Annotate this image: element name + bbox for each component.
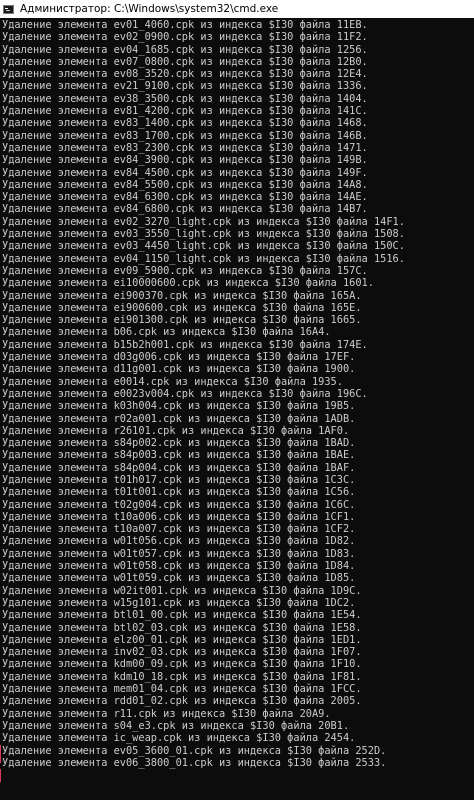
console-line: Удаление элемента ev21_9100.cpk из индек…	[2, 80, 368, 93]
console-line: Удаление элемента ev81_4200.cpk из индек…	[2, 105, 368, 118]
console-line: Удаление элемента ei900370.cpk из индекс…	[2, 289, 362, 302]
console-line: Удаление элемента b15b2h001.cpk из индек…	[2, 338, 368, 351]
console-line: Удаление элемента t01h017.cpk из индекса…	[2, 473, 356, 486]
console-line: Удаление элемента w01t058.cpk из индекса…	[2, 560, 356, 573]
cmd-window: Администратор: C:\Windows\system32\cmd.e…	[0, 0, 474, 800]
console-line: Удаление элемента ev84_5500.cpk из индек…	[2, 178, 368, 191]
console-line: Удаление элемента ei901300.cpk из индекс…	[2, 314, 362, 327]
console-line: Удаление элемента r11.cpk из индекса $I3…	[2, 707, 331, 720]
console-line: Удаление элемента ev84_6300.cpk из индек…	[2, 191, 368, 204]
console-line: Удаление элемента ev84_3900.cpk из индек…	[2, 154, 368, 167]
console-line: Удаление элемента ic_weap.cpk из индекса…	[2, 732, 356, 745]
console-line: Удаление элемента ei900600.cpk из индекс…	[2, 301, 362, 314]
console-line: Удаление элемента r26101.cpk из индекса …	[2, 424, 350, 437]
console-line: Удаление элемента rdd01_02.cpk из индекс…	[2, 695, 362, 708]
console-line: Удаление элемента w01t059.cpk из индекса…	[2, 572, 356, 585]
console-line: Удаление элемента s04_e3.cpk из индекса …	[2, 719, 350, 732]
console-line: Удаление элемента s84p004.cpk из индекса…	[2, 461, 356, 474]
console-line: Удаление элемента e0014.cpk из индекса $…	[2, 375, 343, 388]
console-line: Удаление элемента ev02_0900.cpk из индек…	[2, 31, 368, 44]
left-edge-marker	[0, 769, 1, 782]
console-line: Удаление элемента btl02_03.cpk из индекс…	[2, 621, 362, 634]
console-line: Удаление элемента t01t001.cpk из индекса…	[2, 486, 356, 499]
console-line: Удаление элемента inv02_03.cpk из индекс…	[2, 646, 362, 659]
console-line: Удаление элемента w15g101.cpk из индекса…	[2, 596, 356, 609]
console-line: Удаление элемента w01t057.cpk из индекса…	[2, 547, 356, 560]
console-line: Удаление элемента ev38_3500.cpk из индек…	[2, 92, 368, 105]
console-line: Удаление элемента kdm00_09.cpk из индекс…	[2, 658, 362, 671]
window-title: Администратор: C:\Windows\system32\cmd.e…	[20, 3, 279, 15]
console-line: Удаление элемента w01t056.cpk из индекса…	[2, 535, 356, 548]
console-line: Удаление элемента ev04_1150_light.cpk из…	[2, 252, 405, 265]
console-line: Удаление элемента btl01_00.cpk из индекс…	[2, 609, 362, 622]
console-line: Удаление элемента t10a007.cpk из индекса…	[2, 523, 356, 536]
console-line: Удаление элемента s84p003.cpk из индекса…	[2, 449, 356, 462]
console-line: Удаление элемента ev08_3520.cpk из индек…	[2, 68, 368, 81]
console-line: Удаление элемента elz00_01.cpk из индекс…	[2, 633, 362, 646]
cmd-icon	[3, 4, 14, 14]
console-line: Удаление элемента b06.cpk из индекса $I3…	[2, 326, 331, 339]
console-line: Удаление элемента ev84_6800.cpk из индек…	[2, 203, 368, 216]
console-line: Удаление элемента ev03_4450_light.cpk из…	[2, 240, 405, 253]
console-line: Удаление элемента ev83_1400.cpk из индек…	[2, 117, 368, 130]
console-line: Удаление элемента ev83_1700.cpk из индек…	[2, 129, 368, 142]
console-line: Удаление элемента d11g001.cpk из индекса…	[2, 363, 356, 376]
console-line: Удаление элемента e0023v004.cpk из индек…	[2, 387, 368, 400]
console-line: Удаление элемента r02a001.cpk из индекса…	[2, 412, 356, 425]
console-line: Удаление элемента ev04_1685.cpk из индек…	[2, 43, 368, 56]
console-line: Удаление элемента d03g006.cpk из индекса…	[2, 351, 356, 364]
console-line: Удаление элемента ev09_5900.cpk из индек…	[2, 264, 368, 277]
console-line: Удаление элемента ev03_3550_light.cpk из…	[2, 228, 405, 241]
console-line: Удаление элемента ei10000600.cpk из инде…	[2, 277, 374, 290]
console-line: Удаление элемента ev06_3800_01.cpk из ин…	[2, 756, 387, 769]
console-line: Удаление элемента s84p002.cpk из индекса…	[2, 437, 356, 450]
console-line: Удаление элемента ev84_4500.cpk из индек…	[2, 166, 368, 179]
console-line: Удаление элемента k03h004.cpk из индекса…	[2, 400, 356, 413]
console-line: Удаление элемента ev02_3270_light.cpk из…	[2, 215, 405, 228]
console-line: Удаление элемента ev05_3600_01.cpk из ин…	[2, 744, 387, 757]
console-line: Удаление элемента kdm10_18.cpk из индекс…	[2, 670, 362, 683]
console-line: Удаление элемента ev83_2300.cpk из индек…	[2, 141, 368, 154]
console-line: Удаление элемента t02g004.cpk из индекса…	[2, 498, 356, 511]
console-line: Удаление элемента ev07_0800.cpk из индек…	[2, 55, 368, 68]
console-output[interactable]: Удаление элемента ev01_4060.cpk из индек…	[0, 19, 474, 800]
title-bar[interactable]: Администратор: C:\Windows\system32\cmd.e…	[0, 0, 474, 18]
console-line: Удаление элемента mem01_04.cpk из индекс…	[2, 683, 362, 696]
console-line: Удаление элемента ev01_4060.cpk из индек…	[2, 19, 368, 31]
console-line: Удаление элемента t10a006.cpk из индекса…	[2, 510, 356, 523]
left-edge-marker	[0, 744, 1, 764]
console-line: Удаление элемента w02it001.cpk из индекс…	[2, 584, 362, 597]
